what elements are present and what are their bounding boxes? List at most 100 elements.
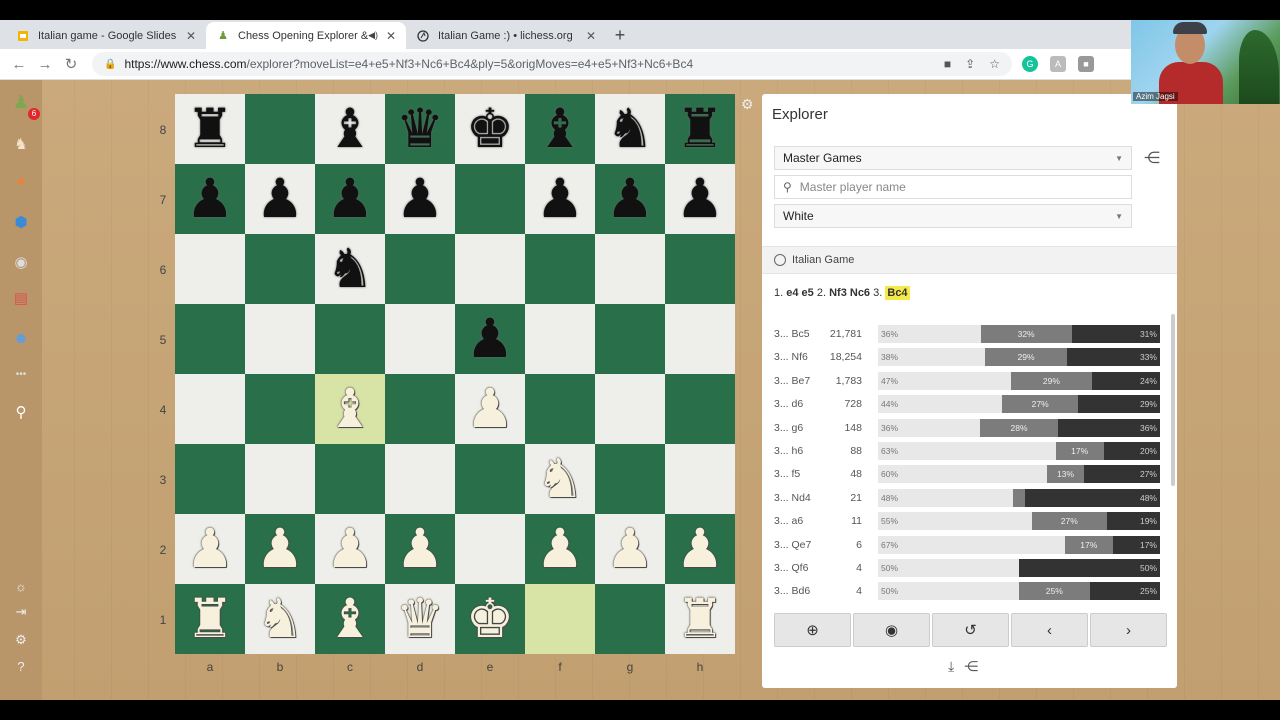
square-g3[interactable] — [595, 444, 665, 514]
square-c3[interactable] — [315, 444, 385, 514]
move-stat-row[interactable]: 3... d6 728 44% 27% 29% — [762, 394, 1177, 414]
square-h5[interactable] — [665, 304, 735, 374]
square-h3[interactable] — [665, 444, 735, 514]
square-g6[interactable] — [595, 234, 665, 304]
square-b8[interactable] — [245, 94, 315, 164]
square-b1[interactable]: ♞ — [245, 584, 315, 654]
move-stat-row[interactable]: 3... f5 48 60% 13% 27% — [762, 464, 1177, 484]
current-move[interactable]: Bc4 — [885, 286, 910, 300]
square-a7[interactable]: ♟ — [175, 164, 245, 234]
share-icon[interactable]: ⋲ — [964, 658, 978, 675]
analysis-button[interactable]: ◉ — [853, 613, 930, 647]
square-d4[interactable] — [385, 374, 455, 444]
reload-icon[interactable]: ↻ — [58, 55, 84, 73]
square-f4[interactable] — [525, 374, 595, 444]
move-stat-row[interactable]: 3... g6 148 36% 28% 36% — [762, 418, 1177, 438]
news-icon[interactable]: ▤ — [11, 288, 31, 308]
close-tab-icon[interactable]: ✕ — [584, 29, 598, 43]
square-e1[interactable]: ♚ — [455, 584, 525, 654]
black-pawn-icon[interactable]: ♟ — [676, 172, 724, 226]
player-search-input[interactable]: ⚲ Master player name — [774, 175, 1132, 199]
move-stat-row[interactable]: 3... Qf6 4 50% 50% — [762, 558, 1177, 578]
square-h1[interactable]: ♜ — [665, 584, 735, 654]
social-icon[interactable]: ☻ — [11, 328, 31, 348]
close-tab-icon[interactable]: ✕ — [184, 29, 198, 43]
camera-icon[interactable]: ■ — [944, 57, 951, 71]
square-c8[interactable]: ♝ — [315, 94, 385, 164]
zoom-analysis-button[interactable]: ⊕ — [774, 613, 851, 647]
move-stat-row[interactable]: 3... Qe7 6 67% 17% 17% — [762, 535, 1177, 555]
square-a8[interactable]: ♜ — [175, 94, 245, 164]
square-a3[interactable] — [175, 444, 245, 514]
white-pawn-icon[interactable]: ♟ — [536, 522, 584, 576]
square-g4[interactable] — [595, 374, 665, 444]
square-a1[interactable]: ♜ — [175, 584, 245, 654]
white-knight-icon[interactable]: ♞ — [536, 452, 584, 506]
square-h8[interactable]: ♜ — [665, 94, 735, 164]
square-e6[interactable] — [455, 234, 525, 304]
white-bishop-icon[interactable]: ♝ — [326, 382, 374, 436]
square-f8[interactable]: ♝ — [525, 94, 595, 164]
black-pawn-icon[interactable]: ♟ — [466, 312, 514, 366]
more-icon[interactable]: ••• — [11, 364, 31, 384]
black-pawn-icon[interactable]: ♟ — [186, 172, 234, 226]
play-icon[interactable]: ♞ — [11, 134, 31, 154]
square-e8[interactable]: ♚ — [455, 94, 525, 164]
white-pawn-icon[interactable]: ♟ — [676, 522, 724, 576]
square-b5[interactable] — [245, 304, 315, 374]
black-pawn-icon[interactable]: ♟ — [256, 172, 304, 226]
black-bishop-icon[interactable]: ♝ — [536, 102, 584, 156]
square-d6[interactable] — [385, 234, 455, 304]
square-b7[interactable]: ♟ — [245, 164, 315, 234]
white-pawn-icon[interactable]: ♟ — [256, 522, 304, 576]
board-settings-icon[interactable]: ⚙ — [741, 96, 754, 113]
move-stat-row[interactable]: 3... Bc5 21,781 36% 32% 31% — [762, 324, 1177, 344]
square-b3[interactable] — [245, 444, 315, 514]
black-knight-icon[interactable]: ♞ — [326, 242, 374, 296]
move-stat-row[interactable]: 3... Nd4 21 48% 48% — [762, 488, 1177, 508]
square-e4[interactable]: ♟ — [455, 374, 525, 444]
forward-icon[interactable]: → — [32, 56, 58, 73]
square-h4[interactable] — [665, 374, 735, 444]
square-f3[interactable]: ♞ — [525, 444, 595, 514]
move-stat-row[interactable]: 3... h6 88 63% 17% 20% — [762, 441, 1177, 461]
square-h6[interactable] — [665, 234, 735, 304]
move-pair[interactable]: Nf3 Nc6 — [829, 287, 870, 299]
square-d5[interactable] — [385, 304, 455, 374]
black-knight-icon[interactable]: ♞ — [606, 102, 654, 156]
square-g2[interactable]: ♟ — [595, 514, 665, 584]
square-e5[interactable]: ♟ — [455, 304, 525, 374]
square-d2[interactable]: ♟ — [385, 514, 455, 584]
square-c7[interactable]: ♟ — [315, 164, 385, 234]
reset-button[interactable]: ↺ — [932, 613, 1009, 647]
extensions-puzzle-icon[interactable]: ■ — [1078, 56, 1094, 72]
square-e3[interactable] — [455, 444, 525, 514]
square-d1[interactable]: ♛ — [385, 584, 455, 654]
next-move-button[interactable]: › — [1090, 613, 1167, 647]
square-f5[interactable] — [525, 304, 595, 374]
pawn-logo-icon[interactable]: ♟ — [11, 92, 31, 112]
square-g1[interactable] — [595, 584, 665, 654]
new-tab-button[interactable]: + — [606, 22, 634, 49]
move-stat-row[interactable]: 3... a6 11 55% 27% 19% — [762, 511, 1177, 531]
square-a6[interactable] — [175, 234, 245, 304]
white-pawn-icon[interactable]: ♟ — [396, 522, 444, 576]
square-b2[interactable]: ♟ — [245, 514, 315, 584]
white-pawn-icon[interactable]: ♟ — [186, 522, 234, 576]
square-c5[interactable] — [315, 304, 385, 374]
white-king-icon[interactable]: ♚ — [466, 592, 514, 646]
white-pawn-icon[interactable]: ♟ — [606, 522, 654, 576]
grammarly-icon[interactable]: G — [1022, 56, 1038, 72]
square-a2[interactable]: ♟ — [175, 514, 245, 584]
square-g8[interactable]: ♞ — [595, 94, 665, 164]
black-king-icon[interactable]: ♚ — [466, 102, 514, 156]
settings-icon[interactable]: ⚙ — [11, 630, 31, 650]
black-pawn-icon[interactable]: ♟ — [606, 172, 654, 226]
bookmark-star-icon[interactable]: ☆ — [989, 57, 1000, 71]
square-b6[interactable] — [245, 234, 315, 304]
square-f1[interactable] — [525, 584, 595, 654]
square-b4[interactable] — [245, 374, 315, 444]
move-stat-row[interactable]: 3... Be7 1,783 47% 29% 24% — [762, 371, 1177, 391]
square-d8[interactable]: ♛ — [385, 94, 455, 164]
move-stat-row[interactable]: 3... Bd6 4 50% 25% 25% — [762, 581, 1177, 601]
